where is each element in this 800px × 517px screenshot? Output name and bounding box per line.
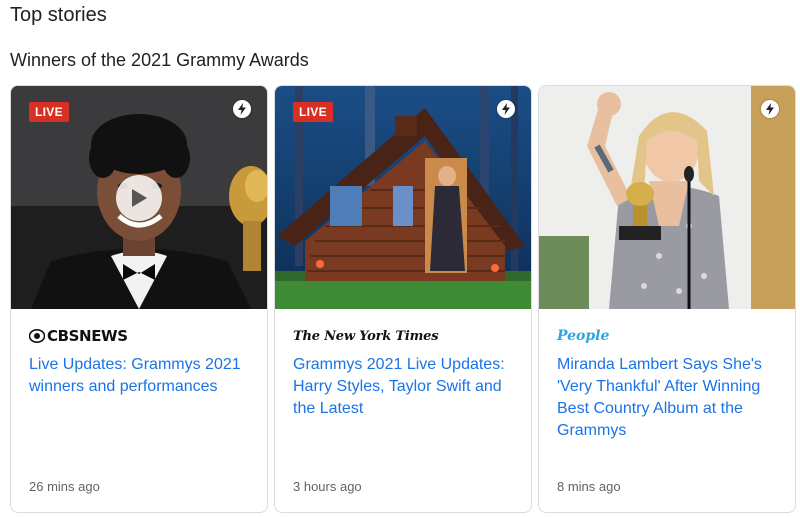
story-headline[interactable]: Grammys 2021 Live Updates: Harry Styles,… [293,354,515,420]
story-thumbnail[interactable] [539,86,795,309]
cbs-eye-icon [29,329,45,343]
play-button[interactable] [116,175,162,221]
story-thumbnail[interactable]: LIVE [275,86,531,309]
story-headline[interactable]: Live Updates: Grammys 2021 winners and p… [29,354,251,398]
source-name: The New York Times [293,328,439,344]
source-logo: People [557,326,609,346]
story-thumbnail[interactable]: LIVE [11,86,267,309]
lightning-bolt-icon [233,100,251,118]
source-logo: CBSNEWS [29,326,128,346]
lightning-bolt-icon [497,100,515,118]
story-carousel: LIVE CBSNEWS Live Updates: Grammys 2021 … [10,85,796,513]
story-timestamp: 3 hours ago [293,479,362,494]
live-badge: LIVE [293,102,333,122]
play-icon [132,189,147,207]
source-name: People [557,328,610,344]
live-badge: LIVE [29,102,69,122]
story-card[interactable]: People Miranda Lambert Says She's 'Very … [538,85,796,513]
story-card[interactable]: LIVE The New York Times Grammys 2021 Liv… [274,85,532,513]
source-name: CBSNEWS [47,327,128,345]
story-timestamp: 26 mins ago [29,479,100,494]
section-title: Top stories [10,4,107,26]
story-timestamp: 8 mins ago [557,479,621,494]
story-card[interactable]: LIVE CBSNEWS Live Updates: Grammys 2021 … [10,85,268,513]
subsection-title[interactable]: Winners of the 2021 Grammy Awards [10,50,309,71]
story-headline[interactable]: Miranda Lambert Says She's 'Very Thankfu… [557,354,779,442]
lightning-bolt-icon [761,100,779,118]
source-logo: The New York Times [293,326,439,346]
